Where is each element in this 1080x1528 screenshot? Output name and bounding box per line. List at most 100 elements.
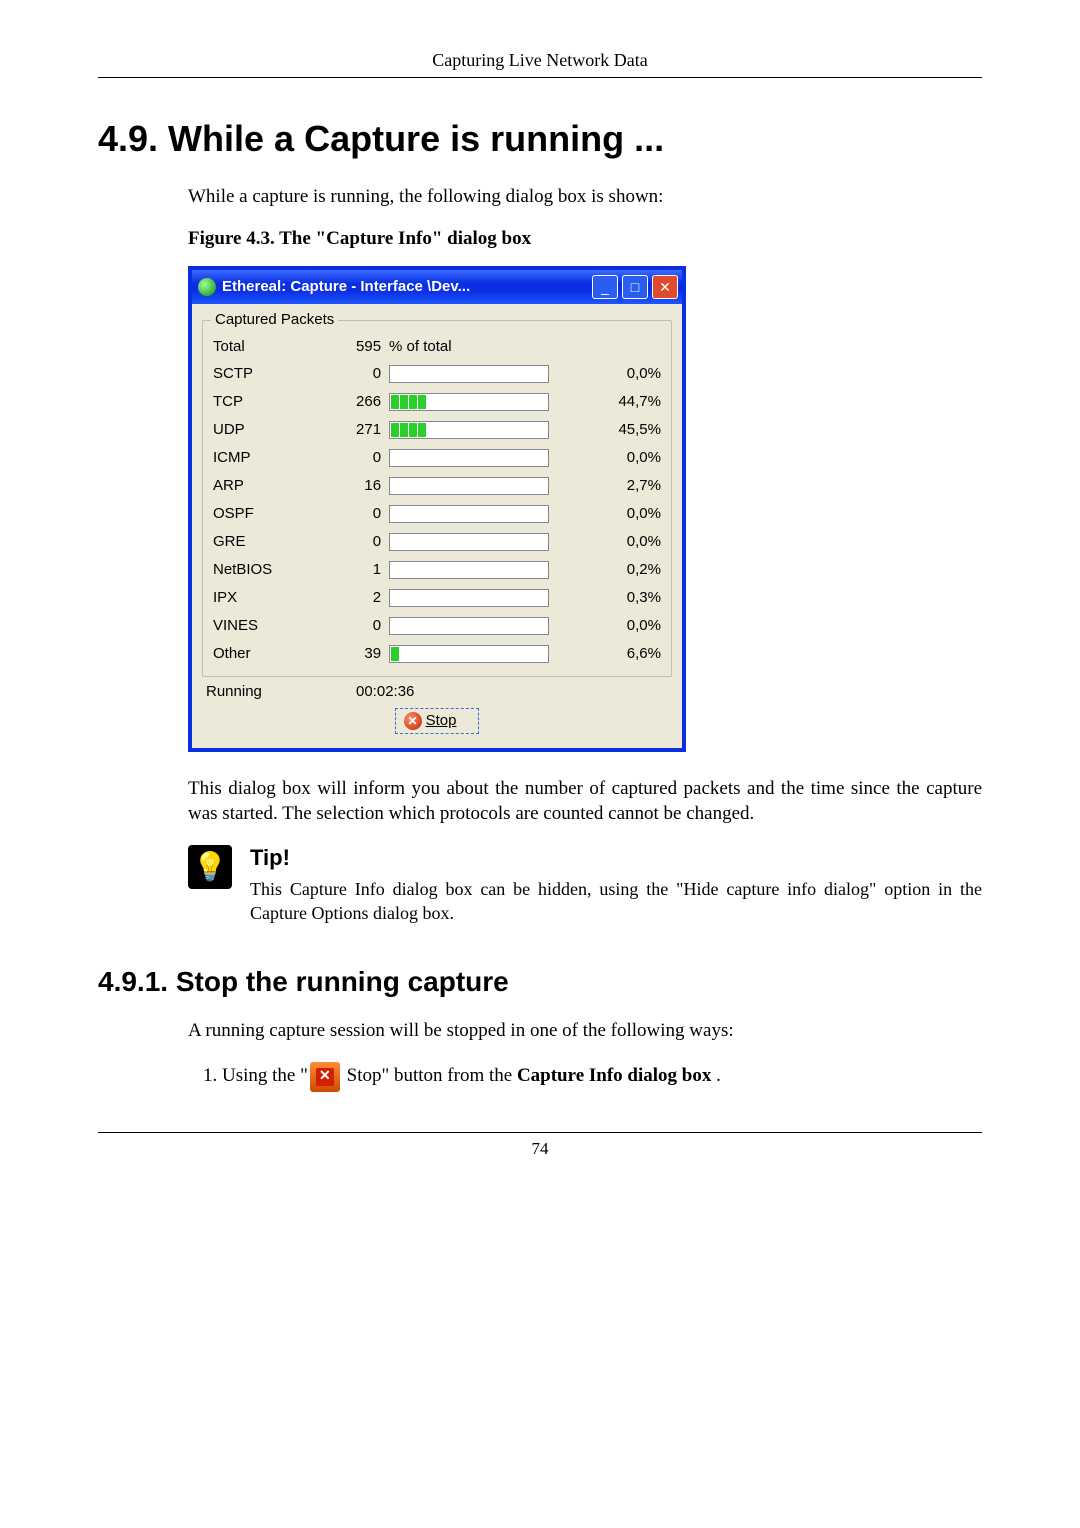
protocol-bar-cell [385, 528, 580, 556]
progress-bar [389, 533, 549, 551]
table-row: GRE00,0% [209, 528, 665, 556]
protocol-bar-cell [385, 640, 580, 668]
figure-caption: Figure 4.3. The "Capture Info" dialog bo… [188, 228, 982, 250]
step1-prefix: Using the " [222, 1065, 308, 1086]
running-header: Capturing Live Network Data [98, 50, 982, 71]
tip-body: This Capture Info dialog box can be hidd… [250, 877, 982, 926]
protocol-bar-cell [385, 388, 580, 416]
protocol-count: 16 [316, 472, 385, 500]
protocol-pct [580, 333, 665, 360]
protocol-count: 595 [316, 333, 385, 360]
protocol-name: ARP [209, 472, 316, 500]
captured-packets-group: Captured Packets Total595% of totalSCTP0… [202, 320, 672, 677]
protocol-name: TCP [209, 388, 316, 416]
protocol-count: 2 [316, 584, 385, 612]
progress-segment [409, 395, 417, 409]
tip-block: 💡 Tip! This Capture Info dialog box can … [188, 845, 982, 926]
capture-info-dialog: Ethereal: Capture - Interface \Dev... _ … [188, 266, 686, 752]
protocol-bar-cell [385, 500, 580, 528]
protocol-name: SCTP [209, 360, 316, 388]
protocol-name: ICMP [209, 444, 316, 472]
protocol-count: 0 [316, 528, 385, 556]
table-row: IPX20,3% [209, 584, 665, 612]
protocol-table: Total595% of totalSCTP00,0%TCP26644,7%UD… [209, 333, 665, 668]
progress-bar [389, 561, 549, 579]
protocol-name: OSPF [209, 500, 316, 528]
minimize-button[interactable]: _ [592, 275, 618, 299]
protocol-pct: 2,7% [580, 472, 665, 500]
step1-bold: Capture Info dialog box [517, 1065, 711, 1086]
section-heading: 4.9. While a Capture is running ... [98, 118, 982, 160]
protocol-bar-cell [385, 416, 580, 444]
protocol-count: 0 [316, 500, 385, 528]
progress-bar [389, 449, 549, 467]
stop-button[interactable]: ✕ Stop [395, 708, 480, 734]
close-button[interactable]: ✕ [652, 275, 678, 299]
table-row: SCTP0 0,0% [209, 360, 665, 388]
progress-bar [389, 477, 549, 495]
maximize-icon: □ [631, 280, 639, 294]
protocol-name: VINES [209, 612, 316, 640]
protocol-bar-cell [385, 444, 580, 472]
close-icon: ✕ [659, 280, 671, 294]
titlebar[interactable]: Ethereal: Capture - Interface \Dev... _ … [192, 270, 682, 304]
table-row: TCP26644,7% [209, 388, 665, 416]
protocol-pct: 6,6% [580, 640, 665, 668]
protocol-count: 266 [316, 388, 385, 416]
protocol-name: NetBIOS [209, 556, 316, 584]
maximize-button[interactable]: □ [622, 275, 648, 299]
tip-title: Tip! [250, 845, 982, 871]
protocol-pct: 45,5% [580, 416, 665, 444]
steps-list: Using the "✕ Stop" button from the Captu… [188, 1061, 982, 1092]
table-row: ICMP0 0,0% [209, 444, 665, 472]
progress-segment [391, 423, 399, 437]
progress-bar [389, 589, 549, 607]
group-legend: Captured Packets [211, 311, 338, 328]
progress-bar [389, 645, 549, 663]
app-icon [198, 278, 216, 296]
minimize-icon: _ [601, 280, 609, 294]
protocol-count: 271 [316, 416, 385, 444]
protocol-count: 0 [316, 360, 385, 388]
protocol-count: 1 [316, 556, 385, 584]
progress-segment [418, 395, 426, 409]
protocol-bar-cell [385, 556, 580, 584]
protocol-pct: 0,0% [580, 444, 665, 472]
progress-segment [391, 395, 399, 409]
protocol-name: IPX [209, 584, 316, 612]
step1-mid: Stop" button from the [342, 1065, 517, 1086]
protocol-bar-cell [385, 360, 580, 388]
protocol-name: Other [209, 640, 316, 668]
subsection-heading: 4.9.1. Stop the running capture [98, 966, 982, 998]
protocol-pct: 0,0% [580, 612, 665, 640]
protocol-bar-cell [385, 612, 580, 640]
protocol-pct: 0,2% [580, 556, 665, 584]
table-row: UDP271 45,5% [209, 416, 665, 444]
table-row: Other39 6,6% [209, 640, 665, 668]
table-row: VINES00,0% [209, 612, 665, 640]
protocol-count: 39 [316, 640, 385, 668]
bottom-rule [98, 1132, 982, 1133]
running-label: Running [206, 683, 356, 700]
progress-bar [389, 421, 549, 439]
protocol-pct: 0,0% [580, 500, 665, 528]
progress-segment [400, 395, 408, 409]
protocol-bar-cell: % of total [385, 333, 580, 360]
progress-segment [400, 423, 408, 437]
after-figure-text: This dialog box will inform you about th… [188, 776, 982, 827]
step1-suffix: . [711, 1065, 721, 1086]
progress-bar [389, 617, 549, 635]
subsection-intro: A running capture session will be stoppe… [188, 1018, 982, 1044]
progress-segment [391, 647, 399, 661]
protocol-name: Total [209, 333, 316, 360]
protocol-pct: 0,0% [580, 360, 665, 388]
step-1: Using the "✕ Stop" button from the Captu… [222, 1061, 982, 1092]
inline-stop-icon: ✕ [310, 1062, 340, 1092]
table-row: Total595% of total [209, 333, 665, 360]
progress-bar [389, 505, 549, 523]
protocol-count: 0 [316, 444, 385, 472]
protocol-name: UDP [209, 416, 316, 444]
table-row: NetBIOS1 0,2% [209, 556, 665, 584]
progress-bar [389, 365, 549, 383]
progress-segment [418, 423, 426, 437]
